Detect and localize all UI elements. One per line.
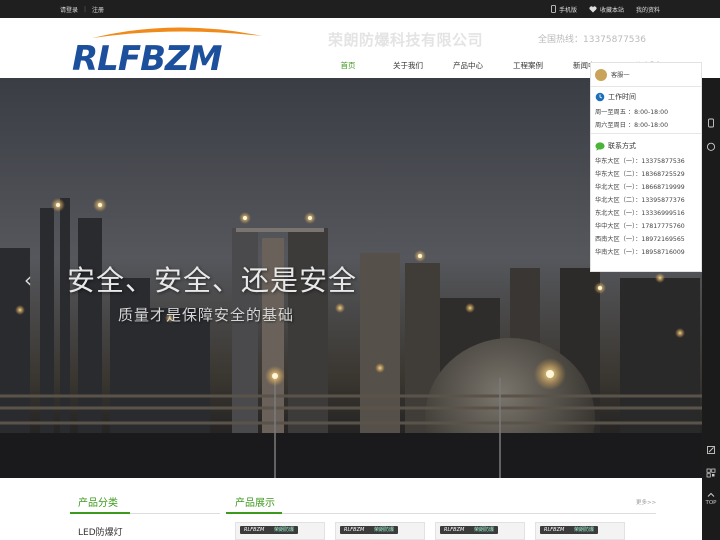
thumb-brand-bar: RLFBZM 荣朗防爆 (540, 526, 598, 534)
clock-icon (595, 92, 605, 102)
contact-line[interactable]: 西南大区（一）：18972169565 (591, 232, 701, 245)
separator: | (84, 5, 87, 13)
product-thumbnail[interactable]: RLFBZM 荣朗防爆 (535, 522, 625, 540)
heart-icon (589, 5, 597, 12)
qrcode-icon[interactable] (706, 468, 716, 478)
login-link[interactable]: 请登录 (60, 5, 78, 14)
contact-line[interactable]: 东北大区（一）：13336999516 (591, 206, 701, 219)
mobile-icon (551, 5, 556, 13)
product-thumbnail[interactable]: RLFBZM 荣朗防爆 (235, 522, 325, 540)
edit-icon[interactable] (706, 445, 716, 455)
favorite-label: 收藏本站 (599, 6, 624, 14)
top-bar: 请登录 | 注册 手机版 收藏本站 我的资料 (0, 0, 720, 18)
favorite-link[interactable]: 收藏本站 (589, 5, 624, 14)
customer-service-panel: 客服一 工作时间 周一至周五 ：8:00-18:00 周六至周日 ：8:00-1… (590, 62, 702, 272)
nav-about[interactable]: 关于我们 (378, 56, 438, 76)
contact-line[interactable]: 华东大区（二）：18368725529 (591, 167, 701, 180)
company-logo[interactable]: RLFBZM (70, 24, 280, 74)
mobile-label: 手机版 (558, 6, 577, 14)
banner-subline: 质量才是保障安全的基础 (118, 306, 295, 324)
contact-line[interactable]: 华中大区（一）：17817775760 (591, 219, 701, 232)
banner-prev-arrow[interactable]: ‹ (24, 268, 32, 292)
more-link[interactable]: 更多>> (636, 498, 656, 506)
agent-avatar (595, 68, 607, 81)
contact-line[interactable]: 华北大区（一）：18668719999 (591, 180, 701, 193)
mobile-link[interactable]: 手机版 (551, 5, 577, 14)
nav-home[interactable]: 首页 (318, 56, 378, 76)
hotline: 全国热线：13375877536 (538, 35, 646, 45)
product-thumbnail[interactable]: RLFBZM 荣朗防爆 (335, 522, 425, 540)
thumb-brand-bar: RLFBZM 荣朗防爆 (340, 526, 398, 534)
work-hours-title: 工作时间 (591, 87, 701, 105)
category-item-led[interactable]: LED防爆灯 (78, 525, 123, 538)
chat-icon (595, 141, 605, 151)
back-to-top[interactable]: TOP (702, 500, 720, 506)
thumb-brand-bar: RLFBZM 荣朗防爆 (240, 526, 298, 534)
service-agent[interactable]: 客服一 (591, 63, 701, 87)
nav-cases[interactable]: 工程案例 (498, 56, 558, 76)
product-show-title: 产品展示 (235, 498, 275, 509)
product-thumbnail[interactable]: RLFBZM 荣朗防爆 (435, 522, 525, 540)
contact-title: 联系方式 (591, 136, 701, 154)
profile-link[interactable]: 我的资料 (636, 5, 660, 14)
contact-line[interactable]: 华南大区（一）：18958716009 (591, 245, 701, 258)
category-title: 产品分类 (78, 498, 118, 509)
phone-icon[interactable] (706, 118, 716, 128)
chat-bubble-icon[interactable] (706, 142, 716, 152)
work-hours-weekend: 周六至周日 ：8:00-18:00 (595, 122, 669, 129)
thumb-brand-bar: RLFBZM 荣朗防爆 (440, 526, 498, 534)
product-divider (226, 513, 656, 514)
contact-line[interactable]: 华东大区（一）：13375877536 (591, 154, 701, 167)
company-name: 荣朗防爆科技有限公司 (328, 31, 484, 49)
category-divider-accent (70, 512, 130, 514)
svg-text:RLFBZM: RLFBZM (72, 39, 223, 74)
agent-name: 客服一 (611, 72, 630, 79)
banner-headline: 安全、安全、还是安全 (67, 264, 358, 297)
work-hours-weekday: 周一至周五 ：8:00-18:00 (595, 109, 669, 116)
product-divider-accent (226, 512, 282, 514)
nav-products[interactable]: 产品中心 (438, 56, 498, 76)
right-toolbar: TOP (702, 78, 720, 540)
chevron-up-icon[interactable] (706, 490, 716, 500)
contact-line[interactable]: 华北大区（二）：13395877376 (591, 193, 701, 206)
product-section: 产品分类 LED防爆灯 产品展示 更多>> RLFBZM 荣朗防爆 RLFBZM 荣… (0, 478, 702, 540)
divider (591, 133, 701, 134)
register-link[interactable]: 注册 (92, 5, 104, 14)
